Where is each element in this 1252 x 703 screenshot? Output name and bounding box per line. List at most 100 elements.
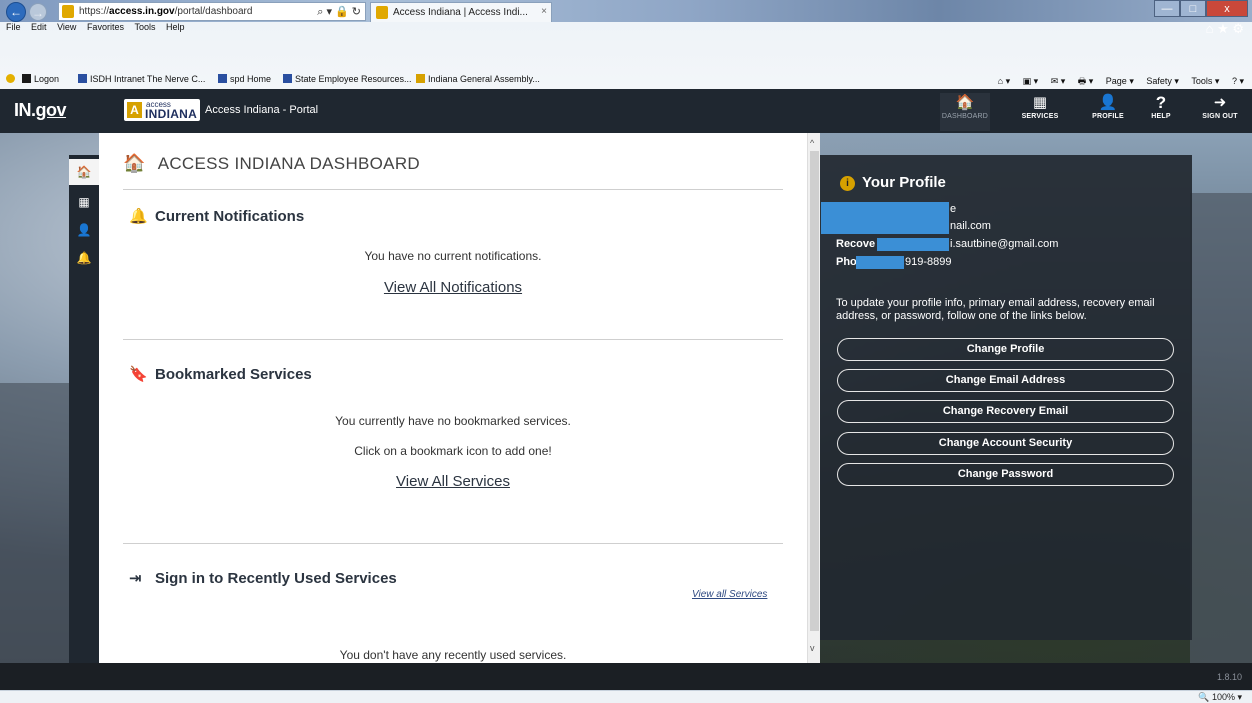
- view-all-notifications-link[interactable]: View All Notifications: [99, 279, 807, 296]
- favorite-label: ISDH Intranet The Nerve C...: [90, 74, 206, 84]
- mail-dropdown[interactable]: ✉ ▾: [1051, 76, 1066, 86]
- ingov-logo[interactable]: IN.gov: [14, 100, 67, 121]
- profile-title: i Your Profile: [840, 174, 946, 191]
- bookmark-icon: 🔖: [129, 366, 148, 383]
- menu-favorites[interactable]: Favorites: [87, 22, 124, 32]
- favorites-bar: Logon ISDH Intranet The Nerve C... spd H…: [0, 69, 1252, 89]
- tab-close-icon[interactable]: ×: [541, 6, 547, 17]
- nav-help[interactable]: ? HELP: [1136, 93, 1186, 120]
- minimize-button[interactable]: —: [1154, 0, 1180, 17]
- tools-menu[interactable]: Tools ▾: [1191, 76, 1219, 86]
- home-dropdown[interactable]: ⌂ ▾: [998, 76, 1010, 86]
- menu-bar: File Edit View Favorites Tools Help: [0, 22, 1252, 36]
- window-controls: — □ x: [1154, 0, 1248, 18]
- favorite-label: Indiana General Assembly...: [428, 74, 540, 84]
- maximize-button[interactable]: □: [1180, 0, 1206, 17]
- page-title: 🏠 ACCESS INDIANA DASHBOARD: [123, 153, 420, 174]
- recent-services-heading: ⇥ Sign in to Recently Used Services: [129, 569, 397, 587]
- tab-title: Access Indiana | Access Indi...: [393, 7, 528, 18]
- logo-a-icon: A: [127, 102, 142, 118]
- main-scrollbar[interactable]: ^ v: [807, 133, 820, 663]
- change-account-security-button[interactable]: Change Account Security: [837, 432, 1174, 455]
- nav-profile[interactable]: 👤 PROFILE: [1083, 93, 1133, 120]
- address-url[interactable]: https://access.in.gov/portal/dashboard: [79, 6, 252, 17]
- grid-icon: ▦: [1032, 94, 1048, 111]
- grid-icon[interactable]: ▦: [69, 189, 99, 215]
- background-building: [0, 383, 70, 663]
- logo-indiana-text: INDIANA: [145, 107, 198, 121]
- view-all-services-link[interactable]: View All Services: [99, 473, 807, 490]
- favorite-isdh-intranet[interactable]: ISDH Intranet The Nerve C...: [78, 74, 205, 84]
- recent-services-title: Sign in to Recently Used Services: [155, 570, 397, 587]
- site-footer: 1.8.10: [0, 663, 1252, 690]
- menu-file[interactable]: File: [6, 22, 21, 32]
- menu-tools[interactable]: Tools: [134, 22, 155, 32]
- user-icon[interactable]: 👤: [69, 217, 99, 243]
- menu-edit[interactable]: Edit: [31, 22, 47, 32]
- logo-in: IN.: [14, 100, 36, 120]
- page-menu[interactable]: Page ▾: [1106, 76, 1134, 86]
- url-path: /portal/dashboard: [174, 6, 253, 17]
- nav-services[interactable]: ▦ SERVICES: [1015, 93, 1065, 120]
- bell-icon[interactable]: 🔔: [69, 245, 99, 271]
- favorite-state-employee-resources[interactable]: State Employee Resources...: [283, 74, 412, 84]
- favorite-label: spd Home: [230, 74, 272, 84]
- redaction-block: [821, 202, 949, 234]
- change-recovery-email-button[interactable]: Change Recovery Email: [837, 400, 1174, 423]
- favorite-indiana-general-assembly[interactable]: Indiana General Assembly...: [416, 74, 540, 84]
- feeds-dropdown[interactable]: ▣ ▾: [1023, 76, 1039, 86]
- access-indiana-logo[interactable]: A access INDIANA: [124, 99, 200, 121]
- home-icon[interactable]: 🏠: [69, 159, 99, 185]
- print-dropdown[interactable]: 🖶 ▾: [1078, 76, 1094, 86]
- profile-panel: i Your Profile e nail.com Recove i.sautbi…: [820, 155, 1192, 640]
- scroll-up-icon[interactable]: ^: [810, 138, 814, 148]
- notifications-title: Current Notifications: [155, 208, 305, 225]
- divider: [123, 189, 783, 190]
- nav-dashboard[interactable]: 🏠 DASHBOARD: [940, 93, 990, 131]
- version-label: 1.8.10: [1216, 672, 1242, 682]
- menu-view[interactable]: View: [57, 22, 76, 32]
- nav-sign-out[interactable]: ➜ SIGN OUT: [1195, 93, 1245, 120]
- change-profile-button[interactable]: Change Profile: [837, 338, 1174, 361]
- notifications-heading: 🔔 Current Notifications: [129, 207, 304, 225]
- info-icon: i: [840, 176, 855, 191]
- favorites-star-icon[interactable]: [6, 74, 18, 84]
- bell-icon: 🔔: [129, 208, 148, 225]
- nav-label: SIGN OUT: [1202, 113, 1238, 120]
- change-email-address-button[interactable]: Change Email Address: [837, 369, 1174, 392]
- recovery-email-value: i.sautbine@gmail.com: [950, 238, 1059, 250]
- dashboard-main: 🏠 ACCESS INDIANA DASHBOARD 🔔 Current Notif…: [99, 133, 807, 663]
- zoom-control[interactable]: 🔍 100% ▾: [1198, 692, 1242, 703]
- question-icon: ?: [1155, 93, 1167, 112]
- close-window-button[interactable]: x: [1206, 0, 1248, 17]
- portal-title: Access Indiana - Portal: [205, 104, 319, 116]
- tab-lock-icon: [376, 6, 388, 19]
- phone-label: Pho: [836, 256, 857, 268]
- favorite-logon[interactable]: Logon: [22, 74, 59, 84]
- browser-tab[interactable]: Access Indiana | Access Indi... ×: [370, 2, 552, 22]
- home-icon: 🏠: [955, 94, 975, 111]
- divider: [123, 543, 783, 544]
- profile-name-fragment: e: [950, 203, 957, 215]
- divider: [123, 339, 783, 340]
- user-icon: 👤: [1098, 94, 1118, 111]
- safety-menu[interactable]: Safety ▾: [1146, 76, 1179, 86]
- back-button[interactable]: ←: [6, 2, 26, 22]
- menu-help[interactable]: Help: [166, 22, 185, 32]
- favorite-spd-home[interactable]: spd Home: [218, 74, 271, 84]
- browser-status-bar: 🔍 100% ▾: [0, 690, 1252, 703]
- forward-button[interactable]: →: [29, 3, 47, 21]
- help-dropdown[interactable]: ? ▾: [1232, 76, 1244, 86]
- address-bar[interactable]: https://access.in.gov/portal/dashboard ⌕…: [58, 2, 366, 21]
- view-all-services-small-link[interactable]: View all Services: [692, 589, 767, 600]
- nav-label: DASHBOARD: [941, 113, 989, 120]
- bookmarks-empty: You currently have no bookmarked service…: [335, 414, 571, 428]
- recent-services-empty: You don't have any recently used service…: [339, 648, 567, 662]
- bookmarks-title: Bookmarked Services: [155, 366, 312, 383]
- sign-out-icon: ➜: [1213, 94, 1227, 111]
- address-tools[interactable]: ⌕ ▾ 🔒 ↻: [317, 5, 361, 19]
- scroll-down-icon[interactable]: v: [810, 643, 815, 653]
- scroll-thumb[interactable]: [810, 151, 819, 631]
- change-password-button[interactable]: Change Password: [837, 463, 1174, 486]
- recovery-label: Recove: [836, 238, 876, 250]
